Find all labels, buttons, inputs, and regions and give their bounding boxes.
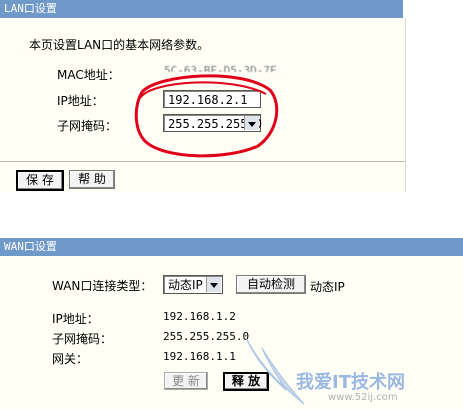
wan-type-value: 动态IP — [168, 278, 203, 292]
wan-panel-title: WAN口设置 — [0, 238, 463, 256]
mask-label: 子网掩码： — [57, 119, 118, 133]
watermark-url: www.52ij.com — [328, 392, 398, 403]
wan-mask-value: 255.255.255.0 — [163, 330, 250, 343]
save-button[interactable]: 保 存 — [16, 170, 64, 191]
lan-description: 本页设置LAN口的基本网络参数。 — [29, 38, 210, 52]
highlight-ellipse — [134, 74, 279, 158]
wan-ip-label: IP地址： — [52, 312, 99, 326]
wan-type-select[interactable]: 动态IP — [163, 275, 223, 294]
lan-divider — [0, 161, 405, 162]
ip-label: IP地址： — [57, 94, 104, 108]
mac-label: MAC地址： — [57, 68, 120, 82]
lan-panel-title: LAN口设置 — [0, 0, 403, 18]
renew-button[interactable]: 更 新 — [164, 372, 208, 390]
gateway-value: 192.168.1.1 — [163, 350, 236, 363]
watermark-brand: 我爱IT技术网 — [296, 372, 405, 393]
auto-detect-button[interactable]: 自动检测 — [236, 275, 306, 294]
detect-result: 动态IP — [310, 280, 345, 294]
help-button[interactable]: 帮 助 — [69, 170, 115, 189]
chevron-down-icon[interactable] — [206, 277, 221, 292]
wan-type-label: WAN口连接类型： — [52, 279, 153, 293]
wan-ip-value: 192.168.1.2 — [163, 310, 236, 323]
wan-mask-label: 子网掩码： — [52, 332, 113, 346]
gateway-label: 网关： — [52, 352, 89, 366]
